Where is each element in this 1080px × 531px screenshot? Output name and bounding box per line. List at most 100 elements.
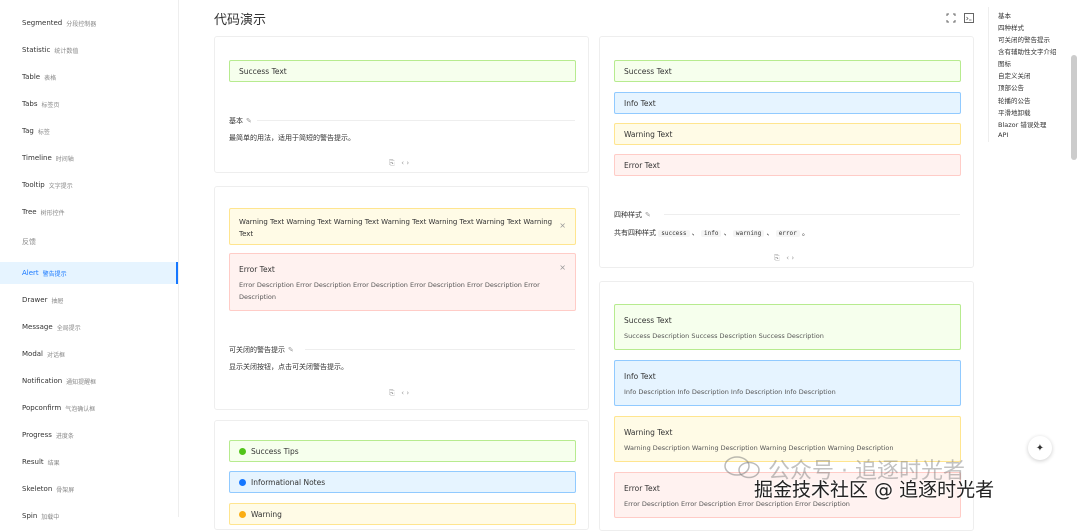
check-circle-icon [239, 448, 246, 455]
sidebar-item-zh: 结果 [47, 459, 60, 467]
toc-item-smooth-unmount[interactable]: 平滑地卸载 [998, 107, 1031, 117]
copy-icon[interactable]: ⎘ [774, 254, 780, 262]
separator: 、 [691, 229, 699, 237]
demo-card-closable: Warning Text Warning Text Warning Text W… [214, 186, 589, 410]
section-desc: 共有四种样式 success 、 info 、 warning 、 error … [614, 228, 809, 238]
alert-description: Success Description Success Description … [624, 332, 824, 340]
section-title: 四种样式 ✎ [614, 210, 651, 220]
section-title-text: 基本 [229, 117, 243, 125]
sidebar-item-zh: 标签 [37, 128, 50, 136]
alert-info-desc: Info Text Info Description Info Descript… [614, 360, 961, 406]
alert-message: Success Text [239, 67, 287, 76]
sidebar-item-label: Timeline [22, 154, 52, 162]
sidebar-item-tag[interactable]: Tag 标签 [0, 120, 178, 142]
sidebar-item-zh: 警告提示 [42, 270, 67, 278]
code-success: success [658, 230, 690, 237]
sidebar-item-zh: 抽屉 [51, 297, 64, 305]
alert-info-icon: Informational Notes [229, 471, 576, 493]
alert-description: Info Description Info Description Info D… [624, 388, 836, 396]
sidebar-item-zh: 进度条 [55, 432, 74, 440]
sidebar-item-label: Tooltip [22, 181, 45, 189]
sidebar-item-label: Table [22, 73, 41, 81]
toc-item-description[interactable]: 含有辅助性文字介绍 [998, 46, 1057, 56]
expand-code-icon[interactable]: ‹ › [786, 254, 794, 262]
code-icon[interactable] [964, 13, 974, 23]
alert-error: Error Text [614, 154, 961, 176]
close-icon[interactable]: × [559, 263, 566, 272]
toc-item-basic[interactable]: 基本 [998, 10, 1011, 20]
sidebar-item-timeline[interactable]: Timeline 时间轴 [0, 147, 178, 169]
sidebar-item-zh: 加载中 [41, 513, 60, 521]
section-title-text: 可关闭的警告提示 [229, 346, 285, 354]
alert-success-icon: Success Tips [229, 440, 576, 462]
sidebar-item-segmented[interactable]: Segmented 分段控制器 [0, 12, 178, 34]
alert-warning-icon: Warning [229, 503, 576, 525]
alert-error-closable: Error Text Error Description Error Descr… [229, 253, 576, 311]
table-of-contents: 基本 四种样式 可关闭的警告提示 含有辅助性文字介绍 图标 自定义关闭 顶部公告… [988, 7, 1069, 142]
sidebar-item-zh: 气泡确认框 [65, 405, 96, 413]
sidebar-item-message[interactable]: Message 全局提示 [0, 316, 178, 338]
expand-code-icon[interactable]: ‹ › [401, 389, 409, 397]
toc-item-closable[interactable]: 可关闭的警告提示 [998, 34, 1050, 44]
sidebar-item-popconfirm[interactable]: Popconfirm 气泡确认框 [0, 397, 178, 419]
section-desc-prefix: 共有四种样式 [614, 229, 656, 237]
demo-actions: ⎘ ‹ › [389, 389, 409, 398]
sidebar-item-label: Message [22, 323, 53, 331]
sidebar-group-feedback: 反馈 [22, 238, 36, 246]
fullscreen-icon[interactable] [946, 13, 956, 23]
sidebar-item-tooltip[interactable]: Tooltip 文字提示 [0, 174, 178, 196]
code-error: error [775, 230, 800, 237]
separator: 、 [766, 229, 774, 237]
scrollbar[interactable] [1071, 55, 1077, 160]
edit-icon[interactable]: ✎ [246, 117, 252, 125]
section-title: 基本 ✎ [229, 116, 252, 126]
alert-success-desc: Success Text Success Description Success… [614, 304, 961, 350]
sidebar-item-statistic[interactable]: Statistic 统计数值 [0, 39, 178, 61]
sidebar-item-modal[interactable]: Modal 对话框 [0, 343, 178, 365]
watermark-line2: 掘金技术社区 @ 追逐时光者 [754, 479, 995, 501]
sidebar-item-zh: 分段控制器 [66, 20, 97, 28]
sidebar-item-label: Spin [22, 512, 38, 520]
magic-wand-icon[interactable]: ✦ [1028, 436, 1052, 460]
divider [305, 349, 575, 350]
alert-warning: Warning Text [614, 123, 961, 145]
toc-item-error-boundary[interactable]: Blazor 错误处理 [998, 119, 1046, 129]
sidebar-item-zh: 标签页 [41, 101, 60, 109]
demo-actions: ⎘ ‹ › [389, 159, 409, 168]
divider [664, 214, 960, 215]
sidebar-item-label: Drawer [22, 296, 48, 304]
expand-code-icon[interactable]: ‹ › [401, 159, 409, 167]
alert-message: Success Tips [251, 447, 299, 456]
sidebar-item-progress[interactable]: Progress 进度条 [0, 424, 178, 446]
sidebar-item-result[interactable]: Result 结果 [0, 451, 178, 473]
demo-card-types: Success Text Info Text Warning Text Erro… [599, 36, 974, 268]
section-desc: 最简单的用法，适用于简短的警告提示。 [229, 134, 355, 142]
sidebar-item-label: Segmented [22, 19, 63, 27]
alert-info: Info Text [614, 92, 961, 114]
sidebar-item-notification[interactable]: Notification 通知提醒框 [0, 370, 178, 392]
sidebar-item-zh: 树形控件 [40, 209, 65, 217]
sidebar-item-spin[interactable]: Spin 加载中 [0, 505, 178, 527]
alert-message: Info Text [624, 99, 656, 108]
divider [257, 120, 575, 121]
toc-item-api[interactable]: API [998, 131, 1008, 139]
copy-icon[interactable]: ⎘ [389, 159, 395, 167]
toc-item-icon[interactable]: 图标 [998, 58, 1011, 68]
close-icon[interactable]: × [559, 221, 566, 230]
toc-item-custom-close[interactable]: 自定义关闭 [998, 70, 1031, 80]
sidebar-item-alert[interactable]: Alert 警告提示 [0, 262, 178, 284]
sidebar-item-tree[interactable]: Tree 树形控件 [0, 201, 178, 223]
copy-icon[interactable]: ⎘ [389, 389, 395, 397]
section-title: 可关闭的警告提示 ✎ [229, 345, 294, 355]
toc-item-types[interactable]: 四种样式 [998, 22, 1024, 32]
edit-icon[interactable]: ✎ [288, 346, 294, 354]
sidebar-item-drawer[interactable]: Drawer 抽屉 [0, 289, 178, 311]
sidebar-item-zh: 表格 [44, 74, 57, 82]
sidebar-item-tabs[interactable]: Tabs 标签页 [0, 93, 178, 115]
sidebar-item-table[interactable]: Table 表格 [0, 66, 178, 88]
toc-item-banner[interactable]: 顶部公告 [998, 82, 1024, 92]
edit-icon[interactable]: ✎ [645, 211, 651, 219]
alert-success: Success Text [229, 60, 576, 82]
toc-item-loop-banner[interactable]: 轮播的公告 [998, 95, 1031, 105]
sidebar-item-skeleton[interactable]: Skeleton 骨架屏 [0, 478, 178, 500]
